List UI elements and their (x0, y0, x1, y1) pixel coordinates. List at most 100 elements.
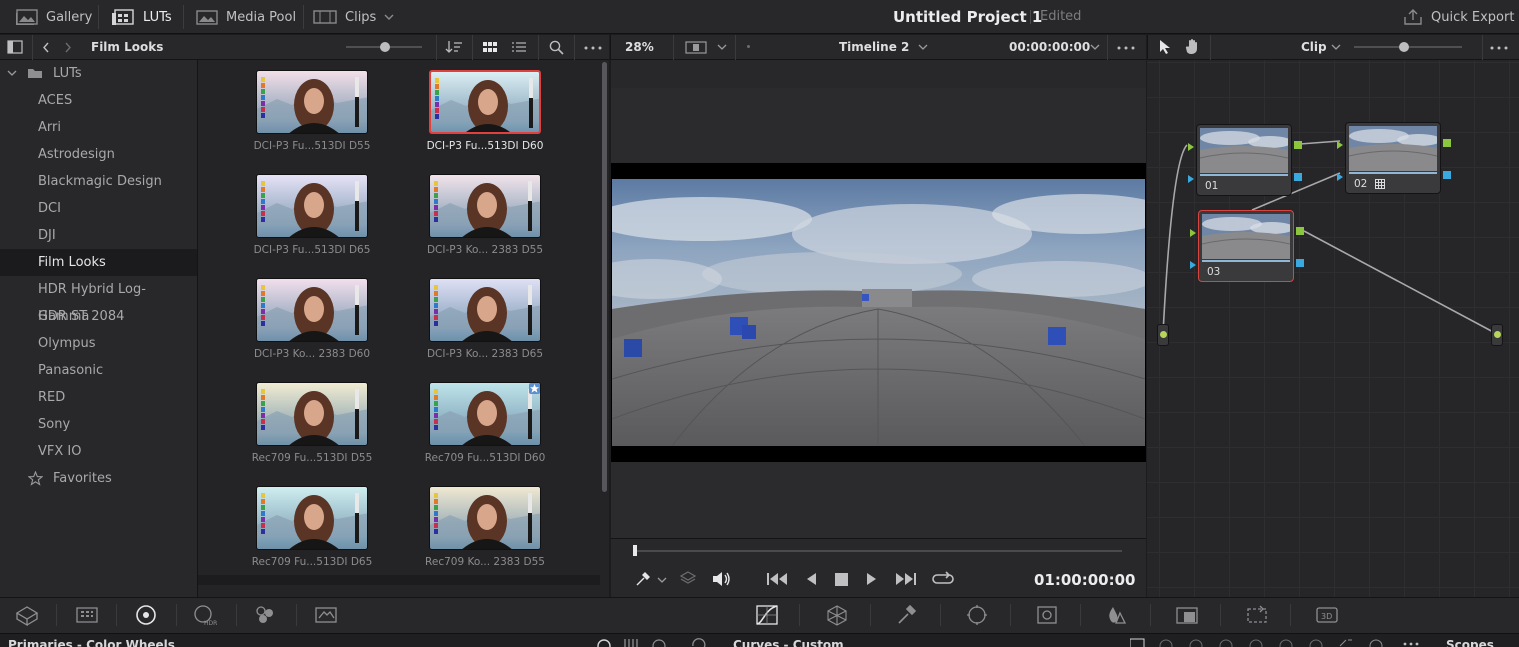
viewer-timecode[interactable]: 00:00:00:00 (1009, 40, 1090, 54)
quick-export-button[interactable]: Quick Export (1403, 0, 1514, 34)
slider-handle[interactable] (380, 42, 390, 52)
tree-item[interactable]: HDR Hybrid Log-Gamma (0, 276, 197, 324)
camera-raw-icon[interactable] (13, 603, 41, 627)
lut-item[interactable]: DCI-P3 Fu...513DI D65 (198, 164, 370, 264)
wheels-mode-icon[interactable] (596, 638, 612, 647)
node-input-key-port[interactable] (1187, 172, 1195, 183)
list-view-icon[interactable] (511, 41, 527, 53)
chevron-down-icon[interactable] (657, 577, 667, 584)
search-icon[interactable] (549, 40, 564, 55)
sort-icon[interactable] (445, 40, 463, 54)
node-output[interactable] (1491, 324, 1503, 346)
play-icon[interactable] (866, 572, 878, 586)
tree-item[interactable]: Arri (0, 114, 197, 141)
layers-icon[interactable] (680, 571, 696, 586)
node-input-key-port[interactable] (1336, 170, 1344, 181)
bars-mode-icon[interactable] (622, 638, 638, 647)
luts-button[interactable]: LUTs (111, 0, 172, 34)
tracker-icon[interactable] (1033, 603, 1061, 627)
node-output-key-port[interactable] (1443, 168, 1451, 179)
sidebar-toggle-icon[interactable] (7, 40, 23, 54)
favorite-star-icon[interactable] (529, 383, 540, 394)
lut-item[interactable]: DCI-P3 Ko... 2383 D55 (371, 164, 543, 264)
tree-item[interactable]: Sony (0, 411, 197, 438)
window-icon[interactable] (963, 603, 991, 627)
tree-item[interactable]: HDR ST 2084 (0, 303, 197, 330)
qualifier-icon[interactable] (893, 603, 921, 627)
reset-icon[interactable] (690, 638, 706, 647)
pointer-icon[interactable] (1159, 39, 1171, 55)
hdr-wheels-icon[interactable]: HDR (191, 603, 219, 627)
node-source[interactable] (1157, 324, 1169, 346)
motion-effects-icon[interactable] (312, 603, 340, 627)
scrubber-track[interactable] (634, 550, 1122, 552)
lut-thumbnail[interactable] (256, 382, 368, 446)
tree-item[interactable]: Film Looks (0, 249, 197, 276)
more-options-icon[interactable] (1490, 46, 1508, 50)
lut-item[interactable]: Rec709 Fu...513DI D65 (198, 476, 372, 576)
media-pool-button[interactable]: Media Pool (196, 0, 296, 34)
tree-item[interactable]: ACES (0, 87, 197, 114)
color-wheels-icon[interactable] (132, 603, 160, 627)
lut-thumbnail[interactable] (256, 278, 368, 342)
blur-icon[interactable] (1173, 603, 1201, 627)
eyedropper-icon[interactable] (635, 571, 651, 587)
slider-handle[interactable] (1399, 42, 1409, 52)
lut-item[interactable]: Rec709 Fu...513DI D55 (198, 372, 372, 472)
tree-item[interactable]: RED (0, 384, 197, 411)
lut-item[interactable]: DCI-P3 Ko... 2383 D60 (198, 268, 370, 368)
tree-item[interactable]: Panasonic (0, 357, 197, 384)
node-input-key-port[interactable] (1189, 258, 1197, 269)
curves-icon[interactable] (753, 603, 781, 627)
rgb-mixer-icon[interactable] (251, 603, 279, 627)
tree-item[interactable]: Astrodesign (0, 141, 197, 168)
lut-thumbnail[interactable] (256, 174, 368, 238)
viewer-mode-icon[interactable] (685, 41, 707, 54)
lut-thumbnail[interactable] (256, 70, 368, 134)
node-output-key-port[interactable] (1296, 256, 1304, 267)
volume-icon[interactable] (712, 571, 732, 587)
color-node[interactable]: 03 (1198, 210, 1294, 282)
tree-favorites[interactable]: Favorites (0, 465, 197, 492)
lut-item[interactable]: Rec709 Fu...513DI D60 (371, 372, 545, 472)
key-icon[interactable] (1243, 603, 1271, 627)
gallery-button[interactable]: Gallery (16, 0, 92, 34)
loop-icon[interactable] (932, 571, 954, 587)
node-output-key-port[interactable] (1294, 170, 1302, 181)
lut-item[interactable]: DCI-P3 Ko... 2383 D65 (371, 268, 543, 368)
forward-arrow-icon[interactable] (64, 42, 72, 53)
playhead[interactable] (633, 545, 637, 556)
chevron-down-icon[interactable] (918, 44, 928, 51)
lut-item[interactable]: DCI-P3 Fu...513DI D60 (371, 60, 543, 160)
chevron-down-icon[interactable] (1090, 44, 1100, 51)
node-output-rgb-port[interactable] (1443, 136, 1451, 147)
lut-thumbnail[interactable] (429, 278, 541, 342)
play-reverse-icon[interactable] (805, 572, 817, 586)
viewer-frame[interactable] (612, 179, 1145, 446)
lut-thumbnail[interactable] (429, 70, 541, 134)
3d-icon[interactable]: 3D (1313, 603, 1341, 627)
lut-item[interactable]: Rec709 Ko... 2383 D55 (371, 476, 545, 576)
back-arrow-icon[interactable] (42, 42, 50, 53)
log-mode-icon[interactable] (651, 638, 667, 647)
color-node[interactable]: 01 (1196, 124, 1292, 196)
node-input-rgb-port[interactable] (1336, 138, 1344, 149)
clips-button[interactable]: Clips (313, 0, 394, 34)
lut-thumbnail[interactable] (429, 382, 541, 446)
node-input-rgb-port[interactable] (1189, 226, 1197, 237)
color-match-icon[interactable] (73, 603, 101, 627)
lut-thumbnail[interactable] (429, 486, 541, 550)
color-warper-icon[interactable] (823, 603, 851, 627)
color-node[interactable]: 02 (1345, 122, 1441, 194)
hand-icon[interactable] (1185, 38, 1201, 55)
grid-scrollbar[interactable] (602, 62, 607, 492)
lut-thumbnail[interactable] (256, 486, 368, 550)
chevron-down-icon[interactable] (1331, 44, 1341, 51)
curves-mode-icons[interactable] (1130, 638, 1430, 647)
tree-item[interactable]: Olympus (0, 330, 197, 357)
lut-thumbnail[interactable] (429, 174, 541, 238)
grid-view-icon[interactable] (482, 41, 498, 53)
node-mode-select[interactable]: Clip (1301, 40, 1327, 54)
tree-root-luts[interactable]: LUTs (0, 60, 197, 87)
tree-item[interactable]: Blackmagic Design (0, 168, 197, 195)
